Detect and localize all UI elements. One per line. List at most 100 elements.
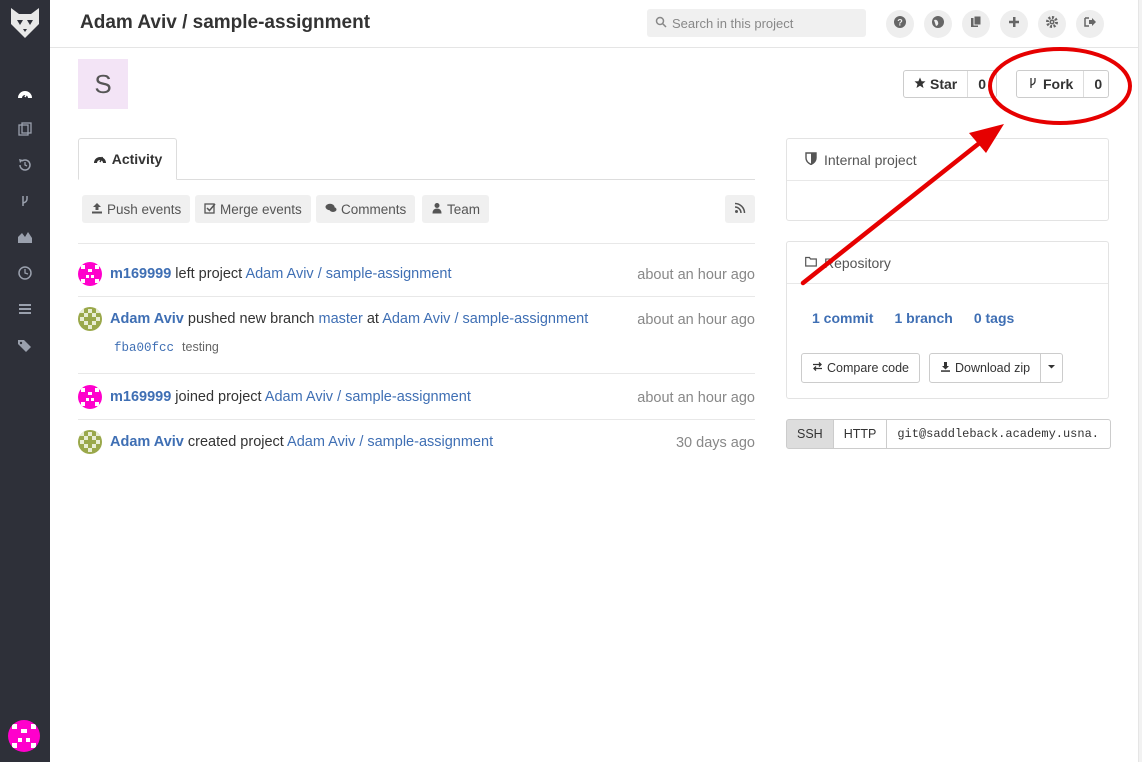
nav-history[interactable] xyxy=(0,152,50,182)
event-user-link[interactable]: m169999 xyxy=(110,389,171,405)
tags-link[interactable]: 0 tags xyxy=(974,310,1014,326)
shield-icon xyxy=(805,151,824,168)
event-user-link[interactable]: Adam Aviv xyxy=(110,311,184,327)
user-avatar[interactable] xyxy=(8,720,40,752)
tab-activity-label: Activity xyxy=(111,151,163,167)
branch-icon xyxy=(17,193,33,214)
help-icon: ? xyxy=(893,15,907,34)
folder-icon xyxy=(805,255,824,271)
settings-button[interactable] xyxy=(1038,10,1066,38)
fork-button[interactable]: Fork 0 xyxy=(1016,70,1109,98)
download-zip-button[interactable]: Download zip xyxy=(929,353,1042,383)
help-button[interactable]: ? xyxy=(886,10,914,38)
copy-icon xyxy=(969,15,983,34)
nav-branches[interactable] xyxy=(0,188,50,218)
download-dropdown-toggle[interactable] xyxy=(1041,353,1063,383)
rss-button[interactable] xyxy=(725,195,755,223)
filter-push-events[interactable]: Push events xyxy=(82,195,191,223)
event-project-link[interactable]: Adam Aviv / sample-assignment xyxy=(382,311,588,327)
commits-link[interactable]: 1 commit xyxy=(812,310,873,326)
sidebar xyxy=(0,0,50,762)
tab-activity[interactable]: Activity xyxy=(78,138,177,180)
event-project-link[interactable]: Adam Aviv / sample-assignment xyxy=(265,389,471,405)
nav-issues[interactable] xyxy=(0,296,50,326)
compare-code-button[interactable]: Compare code xyxy=(801,353,920,383)
nav-dashboard[interactable] xyxy=(0,81,50,111)
page-title[interactable]: Adam Aviv / sample-assignment xyxy=(80,12,370,34)
repository-title: Repository xyxy=(824,254,891,271)
star-button[interactable]: Star 0 xyxy=(903,70,997,98)
comments-icon xyxy=(325,202,341,217)
snippets-button[interactable] xyxy=(962,10,990,38)
event-user-link[interactable]: Adam Aviv xyxy=(110,434,184,450)
tags-icon xyxy=(17,337,33,358)
star-icon xyxy=(914,76,930,92)
new-project-button[interactable] xyxy=(1000,10,1028,38)
event-action: pushed new branch xyxy=(183,311,319,327)
star-count: 0 xyxy=(978,76,987,92)
dashboard-icon xyxy=(17,86,33,107)
download-label: Download zip xyxy=(955,361,1031,375)
http-toggle[interactable]: HTTP xyxy=(833,419,888,449)
fork-icon xyxy=(1027,76,1043,92)
search-input[interactable]: Search in this project xyxy=(647,9,866,37)
divider xyxy=(78,243,755,244)
tab-divider xyxy=(78,179,755,180)
divider xyxy=(78,419,755,420)
filter-team-label: Team xyxy=(447,201,481,217)
fork-label: Fork xyxy=(1043,76,1074,92)
download-icon xyxy=(940,361,955,375)
explore-button[interactable] xyxy=(924,10,952,38)
plus-icon xyxy=(1007,15,1021,34)
event-project-link[interactable]: Adam Aviv / sample-assignment xyxy=(245,266,451,282)
visibility-panel: Internal project xyxy=(786,138,1109,221)
nav-labels[interactable] xyxy=(0,332,50,362)
nav-graphs[interactable] xyxy=(0,224,50,254)
event-user-link[interactable]: m169999 xyxy=(110,266,171,282)
avatar[interactable] xyxy=(78,307,102,331)
event-action: created project xyxy=(183,434,288,450)
event-time: about an hour ago xyxy=(637,312,755,328)
rss-icon xyxy=(734,202,746,217)
search-placeholder: Search in this project xyxy=(672,15,794,31)
avatar[interactable] xyxy=(78,385,102,409)
fork-count: 0 xyxy=(1094,76,1103,92)
window-edge xyxy=(1138,0,1142,762)
avatar[interactable] xyxy=(78,262,102,286)
event-time: 30 days ago xyxy=(675,435,755,451)
nav-files[interactable] xyxy=(0,116,50,146)
filter-merge-events[interactable]: Merge events xyxy=(195,195,311,223)
dashboard-icon xyxy=(93,151,112,167)
branches-link[interactable]: 1 branch xyxy=(894,310,952,326)
history-icon xyxy=(17,157,33,178)
event-time: about an hour ago xyxy=(637,267,755,283)
event-branch-link[interactable]: master xyxy=(319,311,363,327)
clock-icon xyxy=(17,265,33,286)
filter-comments[interactable]: Comments xyxy=(316,195,416,223)
project-avatar: S xyxy=(78,59,128,109)
sign-out-button[interactable] xyxy=(1076,10,1104,38)
check-square-icon xyxy=(204,202,220,217)
clone-panel: SSH HTTP git@saddleback.academy.usna. xyxy=(786,419,1112,449)
graph-icon xyxy=(17,229,33,250)
event-at: at xyxy=(362,311,383,327)
visibility-label: Internal project xyxy=(824,151,917,168)
divider xyxy=(78,373,755,374)
ssh-toggle[interactable]: SSH xyxy=(786,419,834,449)
star-label: Star xyxy=(930,76,958,92)
filter-team[interactable]: Team xyxy=(422,195,490,223)
clone-url-input[interactable]: git@saddleback.academy.usna. xyxy=(887,419,1112,449)
caret-down-icon xyxy=(1046,361,1057,375)
user-icon xyxy=(431,202,447,217)
event-project-link[interactable]: Adam Aviv / sample-assignment xyxy=(287,434,493,450)
top-header: Adam Aviv / sample-assignment Search in … xyxy=(50,0,1142,48)
commit-sha-link[interactable]: fba00fcc xyxy=(114,341,174,355)
event-time: about an hour ago xyxy=(637,390,755,406)
nav-milestones[interactable] xyxy=(0,260,50,290)
commit-message: testing xyxy=(182,340,219,354)
exchange-icon xyxy=(812,361,827,375)
commit-entry: fba00fcc testing xyxy=(114,340,219,355)
avatar[interactable] xyxy=(78,430,102,454)
gitlab-logo-icon[interactable] xyxy=(6,4,44,42)
sign-out-icon xyxy=(1083,15,1097,34)
